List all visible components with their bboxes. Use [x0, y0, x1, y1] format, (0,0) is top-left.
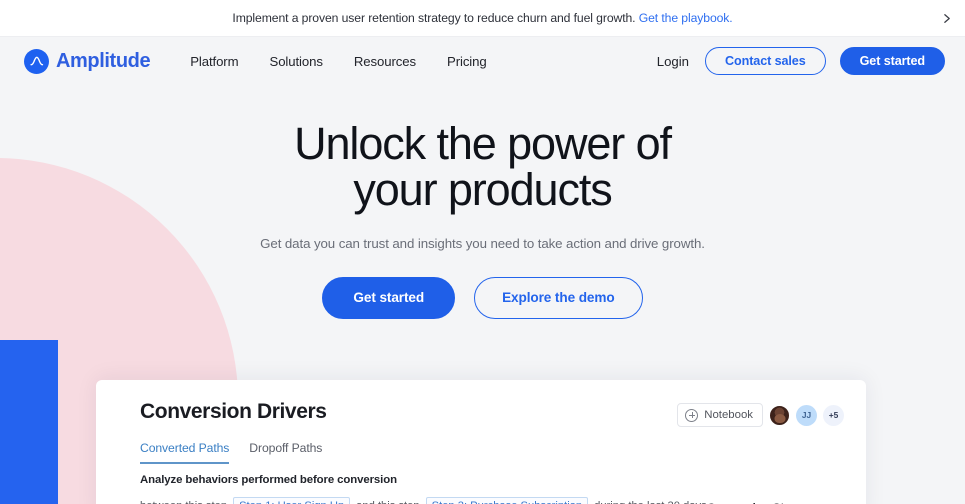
hero-section: Unlock the power of your products Get da…: [0, 85, 965, 319]
notebook-button-label: Notebook: [704, 409, 753, 421]
card-chart-panel: Conversion Step: [707, 474, 866, 504]
promo-banner-link[interactable]: Get the playbook.: [639, 11, 733, 25]
nav-item-pricing[interactable]: Pricing: [447, 54, 487, 69]
amplitude-logo-icon: [24, 48, 49, 74]
promo-banner-text: Implement a proven user retention strate…: [232, 11, 732, 25]
nav-actions: Login Contact sales Get started: [657, 47, 945, 75]
avatar-overflow[interactable]: +5: [823, 404, 844, 426]
nav-item-resources[interactable]: Resources: [354, 54, 416, 69]
query-during-label: during the last 30 days: [594, 500, 707, 504]
hero-explore-demo-button[interactable]: Explore the demo: [474, 276, 643, 319]
tab-converted-paths[interactable]: Converted Paths: [140, 441, 229, 464]
card-header-actions: Notebook JJ +5: [677, 400, 844, 427]
chevron-right-icon[interactable]: [936, 8, 956, 28]
query-builder-row: between this step Step 1: User Sign Up a…: [140, 497, 707, 504]
nav-get-started-button[interactable]: Get started: [839, 47, 945, 75]
hero-get-started-button[interactable]: Get started: [322, 276, 456, 319]
card-tabs: Converted Paths Dropoff Paths: [140, 441, 844, 464]
contact-sales-button[interactable]: Contact sales: [705, 47, 826, 75]
query-step-start-pill[interactable]: Step 1: User Sign Up: [233, 497, 351, 504]
card-query-panel: Analyze behaviors performed before conve…: [140, 474, 707, 504]
analyze-label: Analyze behaviors performed before conve…: [140, 474, 397, 486]
promo-banner: Implement a proven user retention strate…: [0, 0, 965, 37]
main-navigation: Amplitude Platform Solutions Resources P…: [0, 37, 965, 85]
brand-name: Amplitude: [56, 49, 151, 72]
notebook-button[interactable]: Notebook: [677, 403, 763, 427]
query-and-label: and this step: [356, 500, 419, 504]
nav-item-solutions[interactable]: Solutions: [270, 54, 323, 69]
card-title: Conversion Drivers: [140, 400, 327, 423]
login-link[interactable]: Login: [657, 54, 691, 69]
query-between-label: between this step: [140, 500, 227, 504]
nav-item-platform[interactable]: Platform: [190, 54, 238, 69]
nav-links: Platform Solutions Resources Pricing: [190, 54, 487, 69]
tab-dropoff-paths[interactable]: Dropoff Paths: [249, 441, 322, 464]
decorative-blue-rectangle: [0, 340, 58, 504]
avatar-initials[interactable]: JJ: [796, 404, 817, 426]
brand-logo[interactable]: Amplitude: [24, 48, 151, 74]
hero-subheadline: Get data you can trust and insights you …: [260, 235, 705, 251]
plus-circle-icon: [685, 408, 699, 422]
hero-cta-group: Get started Explore the demo: [0, 276, 965, 319]
avatar-photo[interactable]: [769, 404, 790, 426]
query-step-end-pill[interactable]: Step 3: Purchase Subscription: [425, 497, 589, 504]
page-root: Implement a proven user retention strate…: [0, 0, 965, 504]
page-title: Unlock the power of your products: [294, 118, 672, 216]
promo-banner-message: Implement a proven user retention strate…: [232, 11, 636, 25]
card-body: Analyze behaviors performed before conve…: [140, 474, 844, 504]
card-header: Conversion Drivers Notebook JJ +5: [140, 400, 844, 427]
product-preview-card: Conversion Drivers Notebook JJ +5 Conver…: [96, 380, 866, 504]
